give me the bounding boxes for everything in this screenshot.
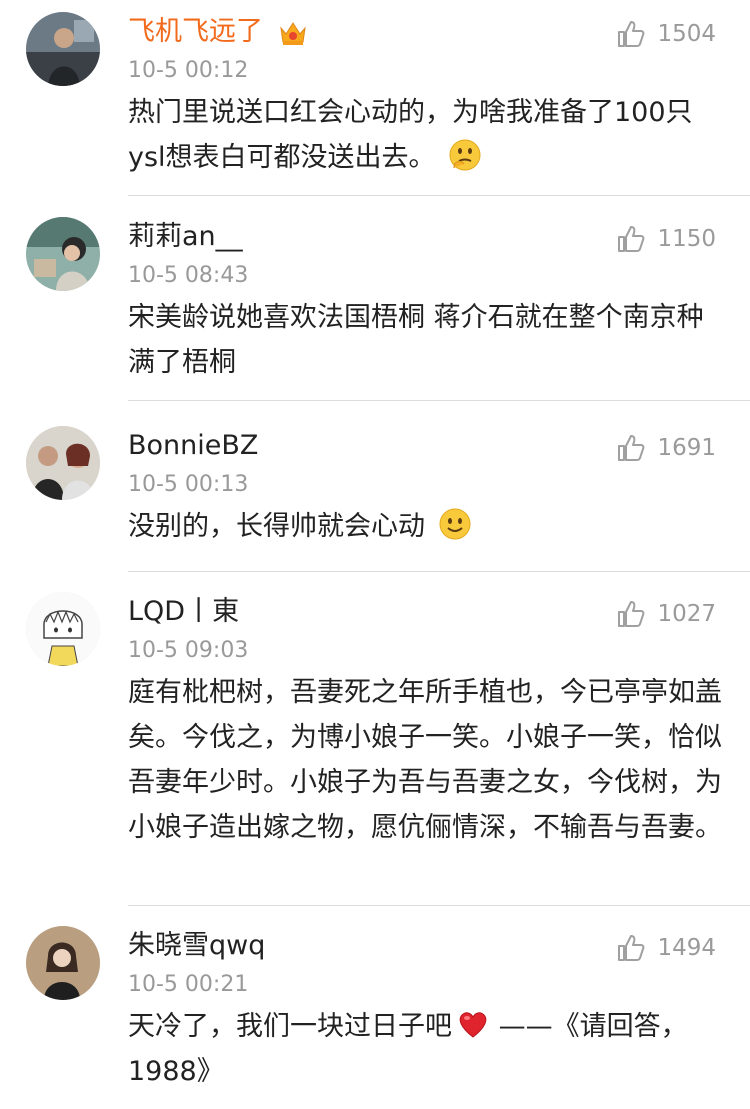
- like-button[interactable]: 1691: [615, 430, 716, 466]
- avatar-image: [26, 217, 100, 291]
- avatar[interactable]: [26, 926, 100, 1000]
- like-count: 1150: [657, 226, 716, 252]
- comment-item: 朱晓雪qwq 10-5 00:21 1494 天冷了，我们一块过日子吧 ——《请…: [0, 914, 750, 1109]
- like-button[interactable]: 1504: [615, 16, 716, 52]
- username[interactable]: LQD丨東: [128, 594, 239, 630]
- thumbs-up-icon: [618, 226, 645, 252]
- username[interactable]: 朱晓雪qwq: [128, 928, 265, 964]
- avatar-image: [26, 12, 100, 86]
- like-count: 1494: [657, 935, 716, 961]
- like-count: 1504: [657, 21, 716, 47]
- comment-text: 宋美龄说她喜欢法国梧桐 蒋介石就在整个南京种满了梧桐: [128, 302, 704, 378]
- like-button[interactable]: 1150: [615, 221, 716, 257]
- comment-time: 10-5 00:21: [128, 972, 249, 997]
- divider: [128, 905, 750, 906]
- comment-body: 热门里说送口红会心动的，为啥我准备了100只ysl想表白可都没送出去。: [128, 97, 693, 173]
- avatar[interactable]: [26, 217, 100, 291]
- like-count: 1027: [657, 601, 716, 627]
- comment-time: 10-5 00:12: [128, 58, 249, 83]
- like-button[interactable]: 1494: [615, 930, 716, 966]
- username[interactable]: 飞机飞远了: [128, 14, 308, 50]
- comment-item: BonnieBZ 10-5 00:13 1691 没别的，长得帅就会心动: [0, 414, 750, 572]
- username[interactable]: BonnieBZ: [128, 428, 258, 464]
- avatar-image: [26, 926, 100, 1000]
- comment-time: 10-5 00:13: [128, 472, 249, 497]
- thumbs-up-icon: [618, 435, 645, 461]
- comment-text: 热门里说送口红会心动的，为啥我准备了100只ysl想表白可都没送出去。: [128, 90, 728, 180]
- divider: [128, 400, 750, 401]
- comment-item: 飞机飞远了 10-5 00:12 1504 热门里说送口红会心动的，为啥我准备了…: [0, 0, 750, 196]
- like-button[interactable]: 1027: [615, 596, 716, 632]
- divider: [128, 195, 750, 196]
- avatar[interactable]: [26, 426, 100, 500]
- comment-body: 天冷了，我们一块过日子吧: [128, 1011, 452, 1042]
- comment-item: 莉莉an__ 10-5 08:43 1150 宋美龄说她喜欢法国梧桐 蒋介石就在…: [0, 205, 750, 401]
- comment-body: 没别的，长得帅就会心动: [128, 511, 425, 542]
- divider: [128, 571, 750, 572]
- comment-text: 天冷了，我们一块过日子吧 ——《请回答，1988》: [128, 1004, 728, 1094]
- crown-icon: [278, 19, 308, 47]
- comment-time: 10-5 09:03: [128, 638, 249, 663]
- avatar-image: [26, 426, 100, 500]
- username[interactable]: 莉莉an__: [128, 219, 243, 255]
- thumbs-up-icon: [618, 21, 645, 47]
- comment-text: 庭有枇杷树，吾妻死之年所手植也，今已亭亭如盖矣。今伐之，为博小娘子一笑。小娘子一…: [128, 677, 722, 843]
- thumbs-up-icon: [618, 601, 645, 627]
- username-text: 飞机飞远了: [128, 16, 263, 47]
- like-count: 1691: [657, 435, 716, 461]
- comment-text: 没别的，长得帅就会心动: [128, 504, 728, 549]
- avatar-image: [26, 592, 100, 666]
- avatar[interactable]: [26, 592, 100, 666]
- red-heart-icon: [456, 1007, 490, 1041]
- thumbs-up-icon: [618, 935, 645, 961]
- comment-time: 10-5 08:43: [128, 263, 249, 288]
- smile-face-icon: [438, 507, 472, 541]
- comment-item: LQD丨東 10-5 09:03 1027 庭有枇杷树，吾妻死之年所手植也，今已…: [0, 580, 750, 906]
- comment-list: 飞机飞远了 10-5 00:12 1504 热门里说送口红会心动的，为啥我准备了…: [0, 0, 750, 1109]
- avatar[interactable]: [26, 12, 100, 86]
- thinking-face-icon: [448, 138, 482, 172]
